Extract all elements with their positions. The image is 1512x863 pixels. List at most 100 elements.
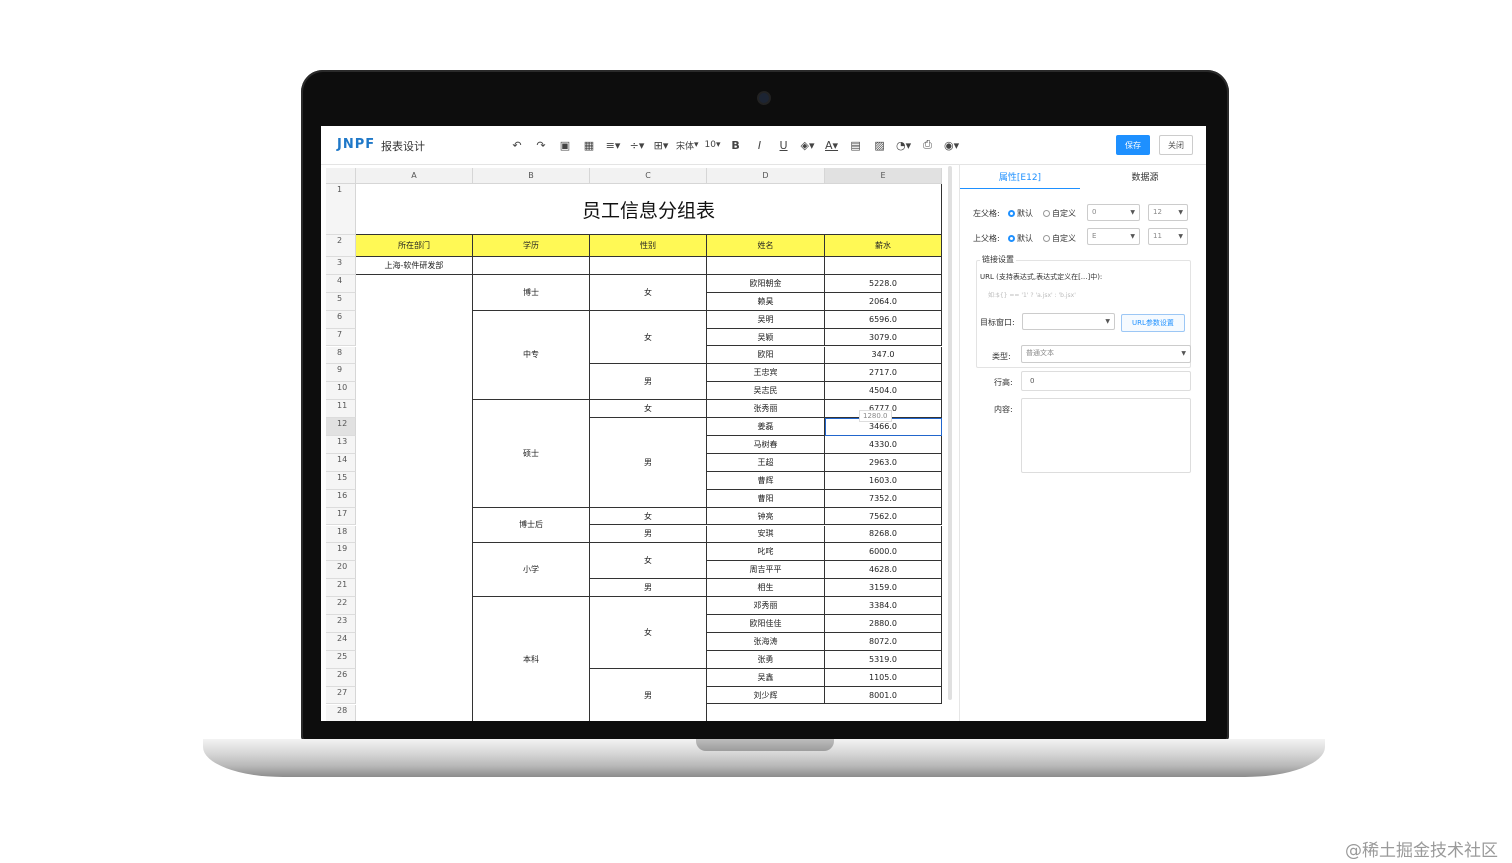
close-button[interactable]: 关闭 <box>1159 135 1193 155</box>
salary-cell[interactable]: 2963.0 <box>825 453 942 472</box>
top-parent-col-select[interactable]: E ▼ <box>1087 228 1140 245</box>
education-cell[interactable]: 小学 <box>473 543 590 598</box>
top-parent-custom-radio[interactable]: 自定义 <box>1043 233 1076 244</box>
gender-cell[interactable]: 女 <box>590 543 707 580</box>
name-cell[interactable]: 欧阳佳佳 <box>707 615 825 633</box>
row-header[interactable]: 22 <box>326 597 356 615</box>
row-header[interactable]: 18 <box>326 525 356 544</box>
name-cell[interactable]: 姜磊 <box>707 418 825 436</box>
name-cell[interactable]: 曹辉 <box>707 471 825 490</box>
row-header[interactable]: 27 <box>326 686 356 705</box>
name-cell[interactable]: 张勇 <box>707 650 825 669</box>
row-header[interactable]: 4 <box>326 274 356 293</box>
gender-cell[interactable]: 男 <box>590 668 707 721</box>
name-cell[interactable]: 张秀丽 <box>707 400 825 419</box>
salary-cell[interactable]: 2880.0 <box>825 615 942 633</box>
name-cell[interactable]: 吴明 <box>707 310 825 329</box>
left-parent-col-select[interactable]: 0 ▼ <box>1087 204 1140 221</box>
italic-icon[interactable]: I <box>748 135 772 155</box>
print-icon[interactable]: ⎙ <box>916 135 940 155</box>
bold-icon[interactable]: B <box>724 135 748 155</box>
top-parent-num-select[interactable]: 11 ▼ <box>1148 228 1188 245</box>
name-cell[interactable]: 欧阳朝金 <box>707 274 825 293</box>
department-group-cell[interactable] <box>356 400 473 508</box>
grid-cell[interactable] <box>473 257 590 275</box>
row-header[interactable]: 19 <box>326 543 356 562</box>
name-cell[interactable]: 安琪 <box>707 525 825 544</box>
department-group-cell[interactable] <box>356 507 473 544</box>
type-select[interactable]: 普通文本 ▼ <box>1021 345 1191 363</box>
report-title[interactable]: 员工信息分组表 <box>356 184 942 235</box>
gender-cell[interactable]: 女 <box>590 310 707 365</box>
tab-datasource[interactable]: 数据源 <box>1085 170 1205 188</box>
column-header[interactable]: C <box>590 168 707 184</box>
font-select[interactable]: 宋体 ▾ <box>673 135 702 155</box>
name-cell[interactable]: 王超 <box>707 453 825 472</box>
row-header[interactable]: 21 <box>326 579 356 598</box>
row-header[interactable]: 16 <box>326 489 356 508</box>
row-header[interactable]: 14 <box>326 453 356 472</box>
name-cell[interactable]: 吴鑫 <box>707 668 825 687</box>
row-header[interactable]: 2 <box>326 235 356 257</box>
education-cell[interactable]: 博士后 <box>473 507 590 544</box>
undo-icon[interactable]: ↶ <box>505 135 529 155</box>
row-header[interactable]: 11 <box>326 400 356 419</box>
gender-cell[interactable]: 女 <box>590 507 707 526</box>
eye-icon[interactable]: ◉▾ <box>940 135 964 155</box>
department-group-cell[interactable] <box>356 274 473 311</box>
image-icon[interactable]: ▨ <box>868 135 892 155</box>
row-header[interactable]: 1 <box>326 184 356 235</box>
header-cell[interactable]: 学历 <box>473 235 590 257</box>
border-icon[interactable]: ▦ <box>577 135 601 155</box>
row-header[interactable]: 8 <box>326 346 356 365</box>
salary-cell[interactable]: 3159.0 <box>825 579 942 598</box>
merge-icon[interactable]: ⊞▾ <box>649 135 673 155</box>
column-header[interactable]: D <box>707 168 825 184</box>
row-header[interactable]: 26 <box>326 668 356 687</box>
name-cell[interactable]: 张海涛 <box>707 632 825 651</box>
url-params-button[interactable]: URL参数设置 <box>1121 314 1185 332</box>
fill-color-icon[interactable]: ◈▾ <box>796 135 820 155</box>
name-cell[interactable]: 邓秀丽 <box>707 597 825 615</box>
row-header[interactable]: 13 <box>326 436 356 454</box>
row-header[interactable]: 28 <box>326 704 356 721</box>
row-header[interactable]: 17 <box>326 507 356 526</box>
cell-icon[interactable]: ▤ <box>844 135 868 155</box>
url-input[interactable]: 如:${} == '1' ? 'a.jsx' : 'b.jsx' <box>988 290 1076 299</box>
salary-cell[interactable]: 347.0 <box>825 346 942 365</box>
salary-cell[interactable]: 3384.0 <box>825 597 942 615</box>
salary-cell[interactable]: 7562.0 <box>825 507 942 526</box>
salary-cell[interactable]: 7352.0 <box>825 489 942 508</box>
grid-cell[interactable] <box>825 257 942 275</box>
department-cell[interactable]: 上海-软件研发部 <box>356 257 473 275</box>
name-cell[interactable]: 曹阳 <box>707 489 825 508</box>
header-cell[interactable]: 性别 <box>590 235 707 257</box>
format-painter-icon[interactable]: ▣ <box>553 135 577 155</box>
name-cell[interactable]: 周吉平平 <box>707 561 825 580</box>
row-header[interactable]: 7 <box>326 328 356 347</box>
chart-icon[interactable]: ◔▾ <box>892 135 916 155</box>
header-cell[interactable]: 薪水 <box>825 235 942 257</box>
rowspan-input[interactable]: 0 <box>1021 371 1191 391</box>
redo-icon[interactable]: ↷ <box>529 135 553 155</box>
salary-cell[interactable]: 4504.0 <box>825 382 942 401</box>
gender-cell[interactable]: 男 <box>590 364 707 401</box>
gender-cell[interactable]: 女 <box>590 274 707 311</box>
left-parent-custom-radio[interactable]: 自定义 <box>1043 208 1076 219</box>
salary-cell[interactable]: 8268.0 <box>825 525 942 544</box>
row-header[interactable]: 12 <box>326 418 356 436</box>
salary-cell[interactable]: 2064.0 <box>825 292 942 311</box>
education-cell[interactable]: 中专 <box>473 310 590 401</box>
salary-cell[interactable]: 4330.0 <box>825 436 942 454</box>
row-header[interactable]: 25 <box>326 650 356 669</box>
row-header[interactable]: 24 <box>326 632 356 651</box>
salary-cell[interactable]: 3079.0 <box>825 328 942 347</box>
name-cell[interactable]: 钟亮 <box>707 507 825 526</box>
department-group-cell[interactable] <box>356 597 473 721</box>
left-parent-num-select[interactable]: 12 ▼ <box>1148 204 1188 221</box>
education-cell[interactable]: 硕士 <box>473 400 590 508</box>
row-header[interactable]: 20 <box>326 561 356 580</box>
salary-cell[interactable]: 5319.0 <box>825 650 942 669</box>
header-cell[interactable]: 姓名 <box>707 235 825 257</box>
row-header[interactable]: 23 <box>326 615 356 633</box>
